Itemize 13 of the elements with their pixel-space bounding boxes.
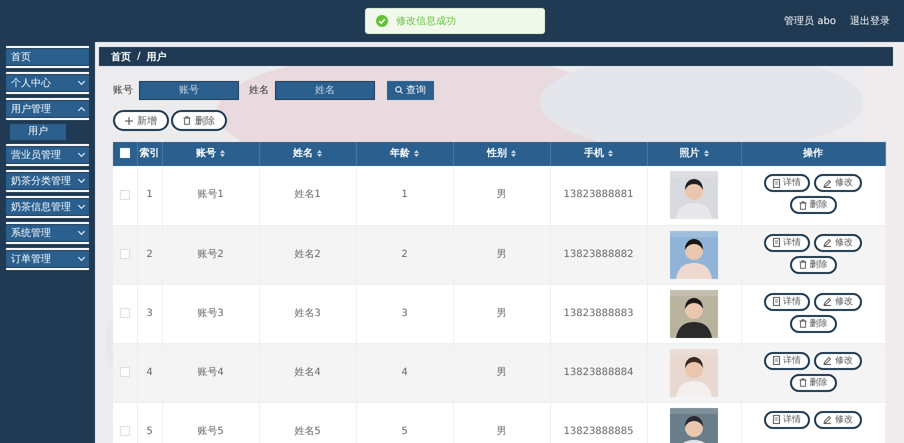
- toast-text: 修改信息成功: [396, 14, 456, 28]
- menu-item[interactable]: 营业员管理: [6, 147, 89, 163]
- menu-item[interactable]: 用户管理: [6, 101, 89, 117]
- menu-item[interactable]: 奶茶信息管理: [6, 199, 89, 215]
- submenu-item[interactable]: 用户: [10, 124, 66, 140]
- success-icon: [376, 15, 388, 27]
- menu-item[interactable]: 个人中心: [6, 75, 89, 91]
- logout-link[interactable]: 退出登录: [850, 14, 890, 28]
- user-name: 管理员 abo: [784, 15, 836, 28]
- menu-item[interactable]: 系统管理: [6, 225, 89, 241]
- menu-item[interactable]: 首页: [6, 49, 89, 65]
- menu-item[interactable]: 奶茶分类管理: [6, 173, 89, 189]
- menu-item[interactable]: 订单管理: [6, 251, 89, 267]
